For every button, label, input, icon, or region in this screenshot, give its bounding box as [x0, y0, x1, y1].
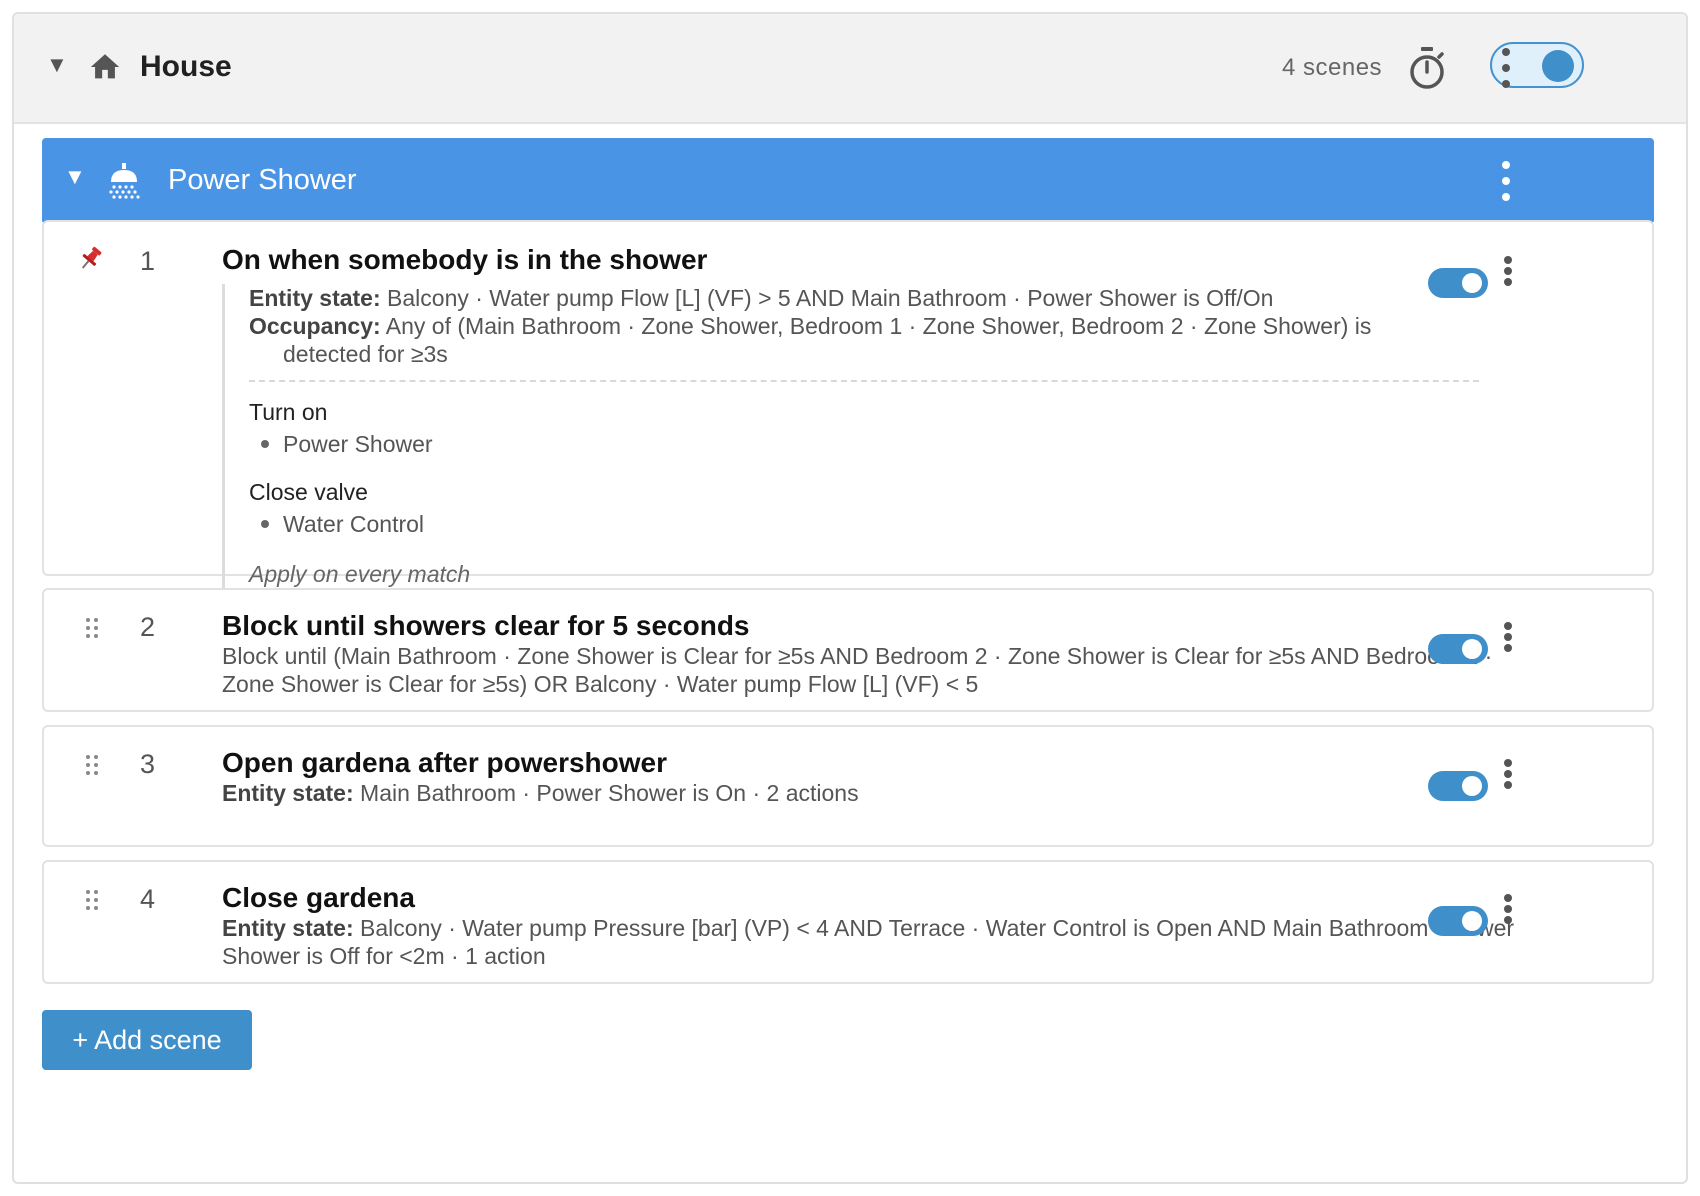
more-vertical-icon[interactable]	[1500, 759, 1516, 789]
house-title: House	[140, 50, 232, 83]
timer-icon[interactable]	[1406, 46, 1448, 92]
scene-title: Open gardena after powershower	[222, 747, 667, 778]
house-panel: ▼ House 4 scenes ▼ Power Shower 1 On whe…	[12, 12, 1688, 1184]
action-title: Close valve	[249, 479, 368, 505]
scene-title: Block until showers clear for 5 seconds	[222, 610, 750, 641]
toggle-knob	[1462, 639, 1482, 659]
group-title: Power Shower	[168, 164, 357, 196]
action-title: Turn on	[249, 399, 328, 425]
scene-title: Close gardena	[222, 882, 415, 913]
scene-detail: Entity state: Balcony · Water pump Flow …	[222, 284, 1522, 588]
caret-down-icon[interactable]: ▼	[64, 166, 86, 188]
scene-card-4[interactable]: 4 Close gardena Entity state: Balcony · …	[42, 860, 1654, 984]
caret-down-icon[interactable]: ▼	[46, 54, 68, 76]
toggle-knob	[1462, 776, 1482, 796]
apply-mode: Apply on every match	[249, 561, 471, 587]
more-vertical-icon[interactable]	[1500, 256, 1516, 286]
toggle-knob	[1542, 50, 1574, 82]
scene-card-1[interactable]: 1 On when somebody is in the shower Enti…	[42, 220, 1654, 588]
condition-occupancy: Occupancy: Any of (Main Bathroom · Zone …	[249, 313, 1372, 367]
condition-entity-state: Entity state: Balcony · Water pump Flow …	[249, 285, 1274, 311]
scene-number: 4	[140, 884, 156, 914]
shower-icon	[109, 163, 140, 199]
scene-description: Entity state: Balcony · Water pump Press…	[222, 915, 1515, 969]
action-target: Power Shower	[249, 430, 1522, 458]
group-header-power-shower[interactable]: ▼ Power Shower	[42, 138, 1654, 224]
drag-handle-icon[interactable]	[84, 888, 100, 912]
scene-number: 1	[140, 246, 156, 276]
add-scene-button[interactable]: + Add scene	[42, 1010, 252, 1070]
drag-handle-icon[interactable]	[84, 616, 100, 640]
more-vertical-icon[interactable]	[1500, 894, 1516, 924]
more-vertical-icon[interactable]	[1500, 622, 1516, 652]
scene-description: Entity state: Main Bathroom · Power Show…	[222, 780, 859, 806]
home-icon	[90, 54, 120, 79]
divider	[249, 380, 1479, 382]
action-target: Water Control	[249, 510, 1522, 538]
scene-description: Block until (Main Bathroom · Zone Shower…	[222, 643, 1493, 697]
scene-number: 3	[140, 749, 156, 779]
more-vertical-icon[interactable]	[1498, 48, 1514, 88]
pin-icon[interactable]	[78, 244, 104, 272]
scene-card-2[interactable]: 2 Block until showers clear for 5 second…	[42, 588, 1654, 712]
scene-enabled-toggle[interactable]	[1428, 771, 1488, 801]
scene-count: 4 scenes	[1282, 54, 1383, 81]
house-header[interactable]: ▼ House 4 scenes	[14, 14, 1686, 124]
scene-title: On when somebody is in the shower	[222, 244, 708, 275]
drag-handle-icon[interactable]	[84, 753, 100, 777]
scene-number: 2	[140, 612, 156, 642]
toggle-knob	[1462, 911, 1482, 931]
more-vertical-icon[interactable]	[1498, 161, 1514, 201]
scene-enabled-toggle[interactable]	[1428, 634, 1488, 664]
scene-enabled-toggle[interactable]	[1428, 906, 1488, 936]
scene-card-3[interactable]: 3 Open gardena after powershower Entity …	[42, 725, 1654, 847]
